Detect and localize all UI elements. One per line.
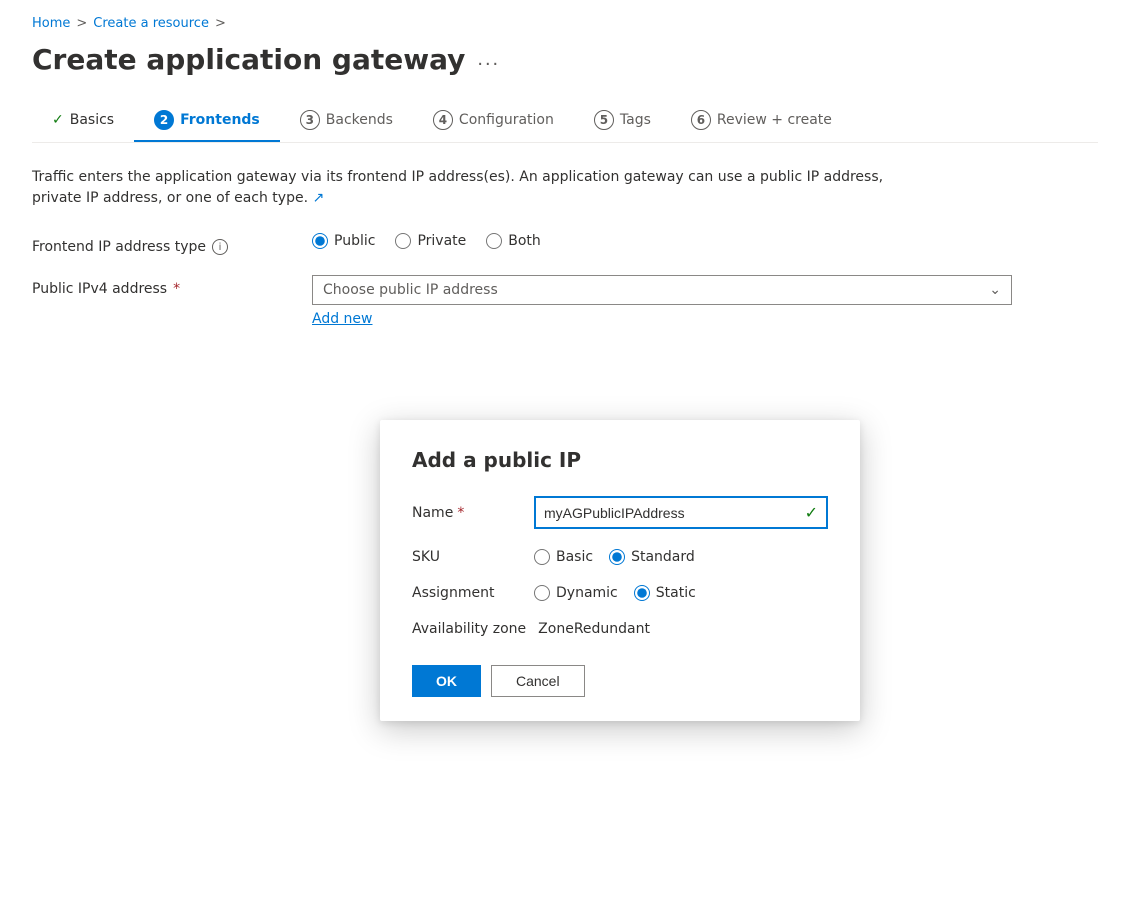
radio-public-label: Public bbox=[334, 233, 375, 249]
assignment-static-radio[interactable] bbox=[634, 585, 650, 601]
public-ipv4-row: Public IPv4 address * Choose public IP a… bbox=[32, 275, 1098, 327]
sku-basic-radio[interactable] bbox=[534, 549, 550, 565]
modal-assignment-row: Assignment Dynamic Static bbox=[412, 585, 828, 601]
radio-both-input[interactable] bbox=[486, 233, 502, 249]
backends-number: 3 bbox=[300, 110, 320, 130]
sku-standard-radio[interactable] bbox=[609, 549, 625, 565]
tab-configuration-label: Configuration bbox=[459, 112, 554, 128]
frontend-ip-info-icon[interactable]: i bbox=[212, 239, 228, 255]
tab-basics[interactable]: ✓ Basics bbox=[32, 102, 134, 140]
breadcrumb-create-resource[interactable]: Create a resource bbox=[93, 16, 209, 31]
add-new-link[interactable]: Add new bbox=[312, 311, 373, 327]
modal-sku-row: SKU Basic Standard bbox=[412, 549, 828, 565]
assignment-dynamic-radio[interactable] bbox=[534, 585, 550, 601]
modal-name-row: Name * ✓ bbox=[412, 496, 828, 529]
breadcrumb-sep1: > bbox=[76, 16, 87, 31]
assignment-dynamic-label: Dynamic bbox=[556, 585, 618, 601]
tab-tags-label: Tags bbox=[620, 112, 651, 128]
tab-backends-label: Backends bbox=[326, 112, 393, 128]
tabs-row: ✓ Basics 2 Frontends 3 Backends 4 Config… bbox=[32, 100, 1098, 143]
public-ipv4-control: Choose public IP address ⌄ Add new bbox=[312, 275, 1012, 327]
cancel-button[interactable]: Cancel bbox=[491, 665, 585, 697]
sku-standard-label: Standard bbox=[631, 549, 695, 565]
modal-buttons: OK Cancel bbox=[412, 665, 828, 697]
page-title: Create application gateway bbox=[32, 43, 465, 76]
tab-frontends-label: Frontends bbox=[180, 112, 260, 128]
frontend-ip-label: Frontend IP address type i bbox=[32, 233, 312, 255]
modal-name-label: Name * bbox=[412, 505, 522, 521]
modal-sku-label: SKU bbox=[412, 549, 522, 565]
modal-title: Add a public IP bbox=[412, 448, 828, 472]
tab-configuration[interactable]: 4 Configuration bbox=[413, 100, 574, 142]
breadcrumb: Home > Create a resource > bbox=[32, 16, 1098, 31]
breadcrumb-home[interactable]: Home bbox=[32, 16, 70, 31]
basics-checkmark: ✓ bbox=[52, 112, 64, 128]
frontend-ip-radio-group: Public Private Both bbox=[312, 233, 1012, 249]
tab-backends[interactable]: 3 Backends bbox=[280, 100, 413, 142]
learn-more-link[interactable]: ↗ bbox=[312, 190, 324, 206]
tab-frontends[interactable]: 2 Frontends bbox=[134, 100, 280, 142]
radio-both-label: Both bbox=[508, 233, 541, 249]
frontends-number: 2 bbox=[154, 110, 174, 130]
modal-availability-zone-label: Availability zone bbox=[412, 621, 526, 637]
assignment-static-option[interactable]: Static bbox=[634, 585, 696, 601]
ok-button[interactable]: OK bbox=[412, 665, 481, 697]
public-ipv4-label: Public IPv4 address * bbox=[32, 275, 312, 297]
frontend-ip-row: Frontend IP address type i Public Privat… bbox=[32, 233, 1098, 255]
sku-basic-option[interactable]: Basic bbox=[534, 549, 593, 565]
tab-review-create[interactable]: 6 Review + create bbox=[671, 100, 852, 142]
radio-private-label: Private bbox=[417, 233, 466, 249]
assignment-dynamic-option[interactable]: Dynamic bbox=[534, 585, 618, 601]
modal-sku-radio-group: Basic Standard bbox=[534, 549, 695, 565]
modal-assignment-label: Assignment bbox=[412, 585, 522, 601]
chevron-down-icon: ⌄ bbox=[989, 282, 1001, 298]
modal-name-required: * bbox=[457, 505, 464, 521]
tags-number: 5 bbox=[594, 110, 614, 130]
add-public-ip-modal: Add a public IP Name * ✓ SKU Basic bbox=[380, 420, 860, 721]
public-ipv4-required: * bbox=[173, 281, 180, 297]
sku-basic-label: Basic bbox=[556, 549, 593, 565]
tab-basics-label: Basics bbox=[70, 112, 114, 128]
tab-review-create-label: Review + create bbox=[717, 112, 832, 128]
modal-assignment-radio-group: Dynamic Static bbox=[534, 585, 696, 601]
assignment-static-label: Static bbox=[656, 585, 696, 601]
radio-public[interactable]: Public bbox=[312, 233, 375, 249]
modal-availability-zone-row: Availability zone ZoneRedundant bbox=[412, 621, 828, 637]
breadcrumb-sep2: > bbox=[215, 16, 226, 31]
radio-private-input[interactable] bbox=[395, 233, 411, 249]
public-ipv4-dropdown[interactable]: Choose public IP address ⌄ bbox=[312, 275, 1012, 305]
radio-both[interactable]: Both bbox=[486, 233, 541, 249]
valid-checkmark-icon: ✓ bbox=[805, 503, 818, 522]
description-text: Traffic enters the application gateway v… bbox=[32, 167, 932, 209]
review-create-number: 6 bbox=[691, 110, 711, 130]
configuration-number: 4 bbox=[433, 110, 453, 130]
public-ipv4-placeholder: Choose public IP address bbox=[323, 282, 498, 298]
modal-name-input[interactable] bbox=[544, 505, 805, 521]
modal-name-input-wrapper: ✓ bbox=[534, 496, 828, 529]
tab-tags[interactable]: 5 Tags bbox=[574, 100, 671, 142]
radio-public-input[interactable] bbox=[312, 233, 328, 249]
ellipsis-button[interactable]: ... bbox=[477, 48, 500, 71]
sku-standard-option[interactable]: Standard bbox=[609, 549, 695, 565]
modal-availability-zone-value: ZoneRedundant bbox=[538, 621, 650, 637]
radio-private[interactable]: Private bbox=[395, 233, 466, 249]
